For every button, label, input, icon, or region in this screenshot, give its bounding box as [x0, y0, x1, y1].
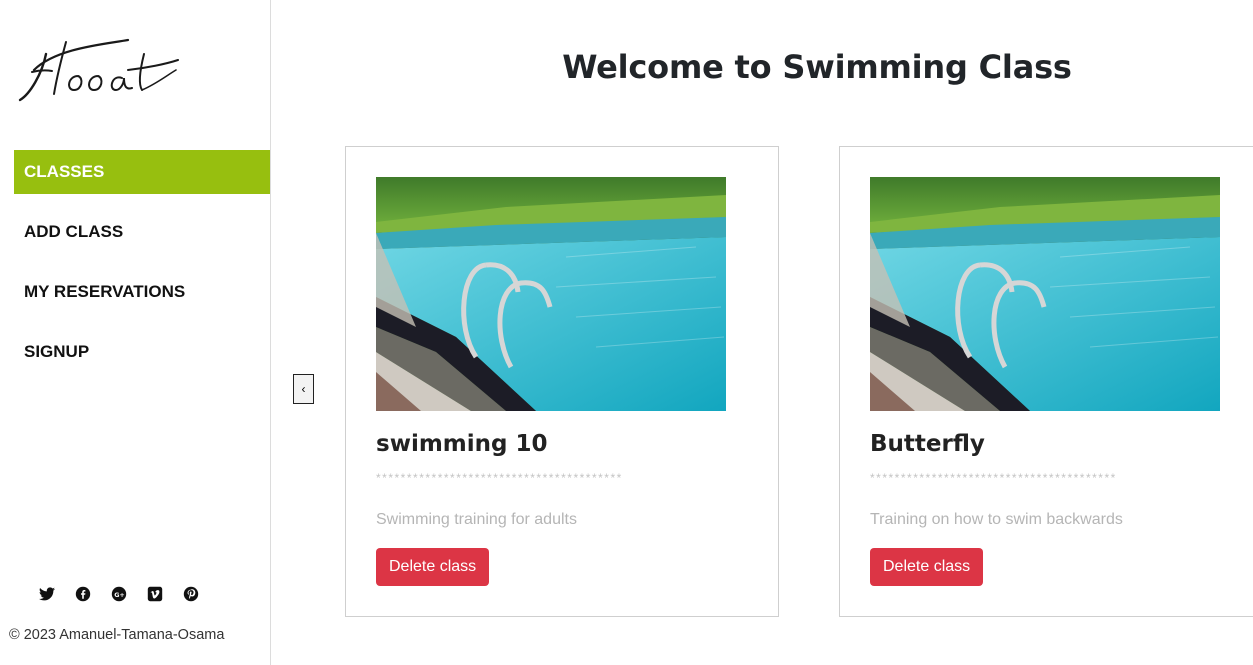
delete-class-button[interactable]: Delete class — [870, 548, 984, 586]
page-title: Welcome to Swimming Class — [562, 48, 1072, 86]
class-rating-stars: **************************************** — [870, 471, 1117, 485]
delete-class-button[interactable]: Delete class — [376, 548, 490, 586]
main-content: Welcome to Swimming Class ‹ swimming 10 … — [271, 0, 1253, 665]
vimeo-icon[interactable] — [146, 585, 164, 603]
sidebar-item-add-class[interactable]: ADD CLASS — [14, 210, 270, 254]
pinterest-icon[interactable] — [182, 585, 200, 603]
class-card: Butterfly ******************************… — [839, 146, 1253, 617]
facebook-icon[interactable] — [74, 585, 92, 603]
google-plus-icon[interactable]: G+ — [110, 585, 128, 603]
twitter-icon[interactable] — [38, 585, 56, 603]
svg-text:G+: G+ — [114, 591, 125, 599]
class-description: Training on how to swim backwards — [870, 511, 1123, 528]
class-rating-stars: **************************************** — [376, 471, 623, 485]
float-logo[interactable] — [16, 34, 186, 114]
sidebar-item-classes[interactable]: CLASSES — [14, 150, 270, 194]
carousel-prev-button[interactable]: ‹ — [293, 374, 314, 404]
class-image — [376, 177, 726, 411]
sidebar: CLASSES ADD CLASS MY RESERVATIONS SIGNUP… — [0, 0, 271, 665]
class-image — [870, 177, 1220, 411]
class-card: swimming 10 ****************************… — [345, 146, 779, 617]
sidebar-item-signup[interactable]: SIGNUP — [14, 330, 270, 374]
sidebar-nav: CLASSES ADD CLASS MY RESERVATIONS SIGNUP — [14, 150, 270, 390]
social-links: G+ — [38, 585, 200, 603]
class-name: Butterfly — [870, 431, 985, 457]
footer-copyright: © 2023 Amanuel-Tamana-Osama — [9, 627, 225, 643]
sidebar-item-my-reservations[interactable]: MY RESERVATIONS — [14, 270, 270, 314]
class-name: swimming 10 — [376, 431, 548, 457]
class-description: Swimming training for adults — [376, 511, 577, 528]
